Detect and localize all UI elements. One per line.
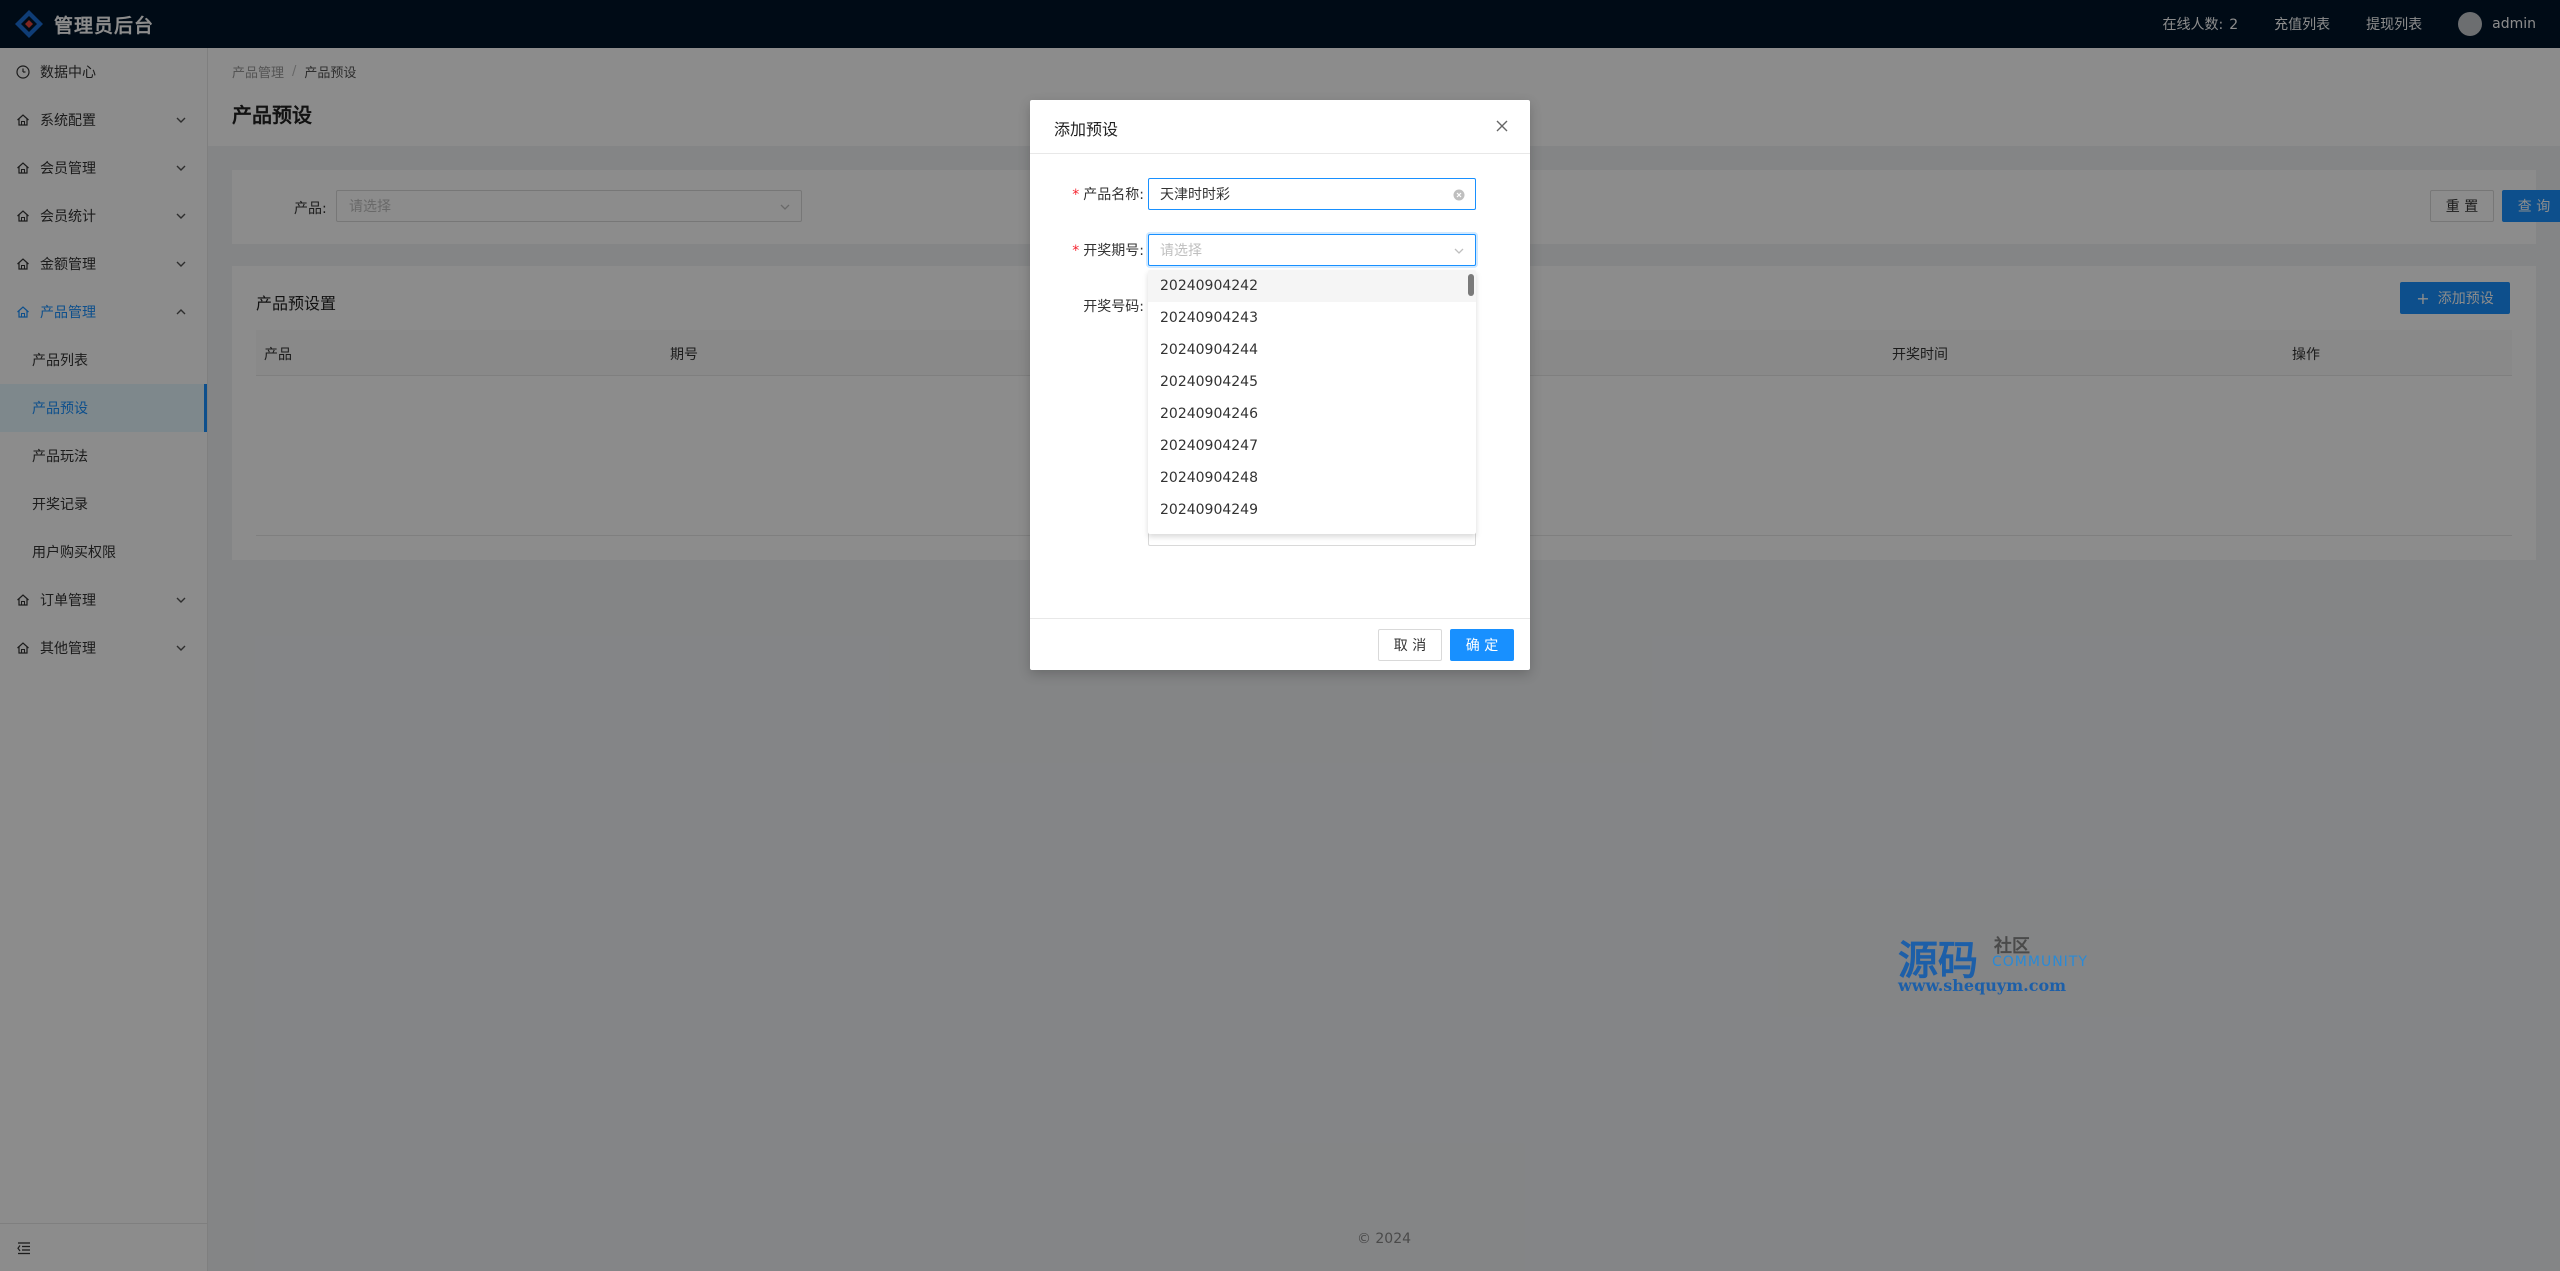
- product-name-value: 天津时时彩: [1160, 187, 1230, 203]
- issue-number-dropdown: 20240904242 20240904243 20240904244 2024…: [1148, 270, 1476, 534]
- required-mark: *: [1072, 187, 1080, 203]
- watermark-community: COMMUNITY: [1992, 954, 2088, 970]
- product-name-label-text: 产品名称:: [1083, 187, 1144, 203]
- dropdown-scrollbar[interactable]: [1468, 274, 1474, 296]
- watermark: 源码 社区 COMMUNITY www.shequym.com: [1898, 928, 2098, 1002]
- modal-title: 添加预设: [1054, 120, 1119, 139]
- confirm-button[interactable]: 确 定: [1450, 629, 1514, 661]
- dropdown-option[interactable]: 20240904247: [1148, 430, 1476, 462]
- issue-number-select[interactable]: 请选择: [1148, 234, 1476, 266]
- product-name-label: * 产品名称:: [1030, 184, 1144, 204]
- clear-icon[interactable]: [1453, 189, 1465, 201]
- draw-number-label: 开奖号码:: [1030, 296, 1144, 316]
- dropdown-option[interactable]: 20240904248: [1148, 462, 1476, 494]
- issue-number-placeholder: 请选择: [1160, 243, 1202, 259]
- dropdown-option[interactable]: 20240904246: [1148, 398, 1476, 430]
- cancel-button[interactable]: 取 消: [1378, 629, 1442, 661]
- modal-footer: 取 消 确 定: [1030, 618, 1530, 670]
- dropdown-option[interactable]: 20240904243: [1148, 302, 1476, 334]
- chevron-down-icon: [1454, 248, 1464, 254]
- issue-number-label: * 开奖期号:: [1030, 240, 1144, 260]
- watermark-url: www.shequym.com: [1898, 976, 2067, 995]
- draw-number-label-text: 开奖号码:: [1083, 299, 1144, 315]
- dropdown-option[interactable]: 20240904242: [1148, 270, 1476, 302]
- issue-number-label-text: 开奖期号:: [1083, 243, 1144, 259]
- required-mark: *: [1072, 243, 1080, 259]
- dropdown-option[interactable]: 20240904245: [1148, 366, 1476, 398]
- dropdown-option[interactable]: 20240904249: [1148, 494, 1476, 526]
- dropdown-option[interactable]: 20240904244: [1148, 334, 1476, 366]
- close-icon[interactable]: [1494, 118, 1510, 134]
- product-name-select[interactable]: 天津时时彩: [1148, 178, 1476, 210]
- modal-header: 添加预设: [1030, 100, 1530, 154]
